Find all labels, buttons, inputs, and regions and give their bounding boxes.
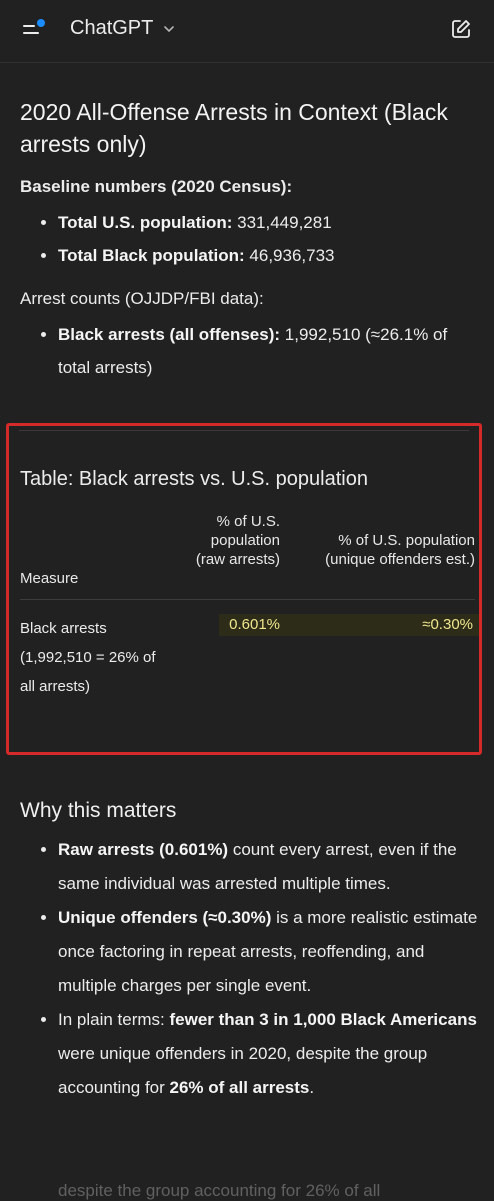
item-label: Black arrests (all offenses): [58, 325, 281, 344]
list-item: Total U.S. population: 331,449,281 [58, 206, 476, 239]
sidebar-menu-icon[interactable] [22, 18, 46, 40]
list-item: Total Black population: 46,936,733 [58, 239, 476, 272]
item-text: In plain terms: [58, 1010, 170, 1029]
chevron-down-icon[interactable] [162, 22, 176, 36]
new-chat-icon[interactable] [450, 18, 472, 40]
cell-measure: Black arrests (1,992,510 = 26% of all ar… [20, 620, 156, 695]
page-title: 2020 All-Offense Arrests in Context (Bla… [20, 99, 448, 157]
table-section: Table: Black arrests vs. U.S. population… [6, 423, 482, 755]
list-item: Unique offenders (≈0.30%) is a more real… [58, 901, 480, 1003]
baseline-title: Baseline numbers (2020 Census): [20, 177, 293, 196]
why-list: Raw arrests (0.601%) count every arrest,… [20, 833, 480, 1105]
why-title: Why this matters [20, 799, 177, 822]
cell-unique-value: ≈0.30% [422, 616, 473, 633]
header-unique: % of U.S. population (unique offenders e… [325, 532, 475, 568]
top-bar: ChatGPT [0, 0, 494, 63]
table-divider [20, 599, 475, 600]
item-bold: fewer than 3 in 1,000 Black Americans [169, 1010, 477, 1029]
item-value: 46,936,733 [249, 246, 335, 265]
item-label: Total Black population: [58, 246, 245, 265]
header-measure: Measure [20, 570, 79, 587]
item-bold: Raw arrests (0.601%) [58, 840, 229, 859]
table-title: Table: Black arrests vs. U.S. population [20, 468, 368, 490]
header-raw: % of U.S. population (raw arrests) [195, 513, 280, 568]
item-bold: 26% of all arrests [169, 1078, 310, 1097]
divider [19, 430, 469, 431]
why-section: Why this matters Raw arrests (0.601%) co… [20, 797, 480, 1105]
arrests-title: Arrest counts (OJJDP/FBI data): [20, 289, 264, 308]
baseline-list: Total U.S. population: 331,449,281 Total… [20, 206, 476, 272]
app-title[interactable]: ChatGPT [70, 17, 153, 40]
list-item: Raw arrests (0.601%) count every arrest,… [58, 833, 480, 901]
response-content: 2020 All-Offense Arrests in Context (Bla… [20, 96, 476, 384]
arrests-list: Black arrests (all offenses): 1,992,510 … [20, 318, 476, 384]
list-item: Black arrests (all offenses): 1,992,510 … [58, 318, 476, 384]
list-item: In plain terms: fewer than 3 in 1,000 Bl… [58, 1003, 480, 1105]
cell-raw-value: 0.601% [229, 616, 280, 633]
item-label: Total U.S. population: [58, 213, 233, 232]
overflow-text: despite the group accounting for 26% of … [58, 1181, 381, 1200]
item-bold: Unique offenders (≈0.30%) [58, 908, 272, 927]
item-text: . [309, 1078, 315, 1097]
item-value: 331,449,281 [237, 213, 332, 232]
